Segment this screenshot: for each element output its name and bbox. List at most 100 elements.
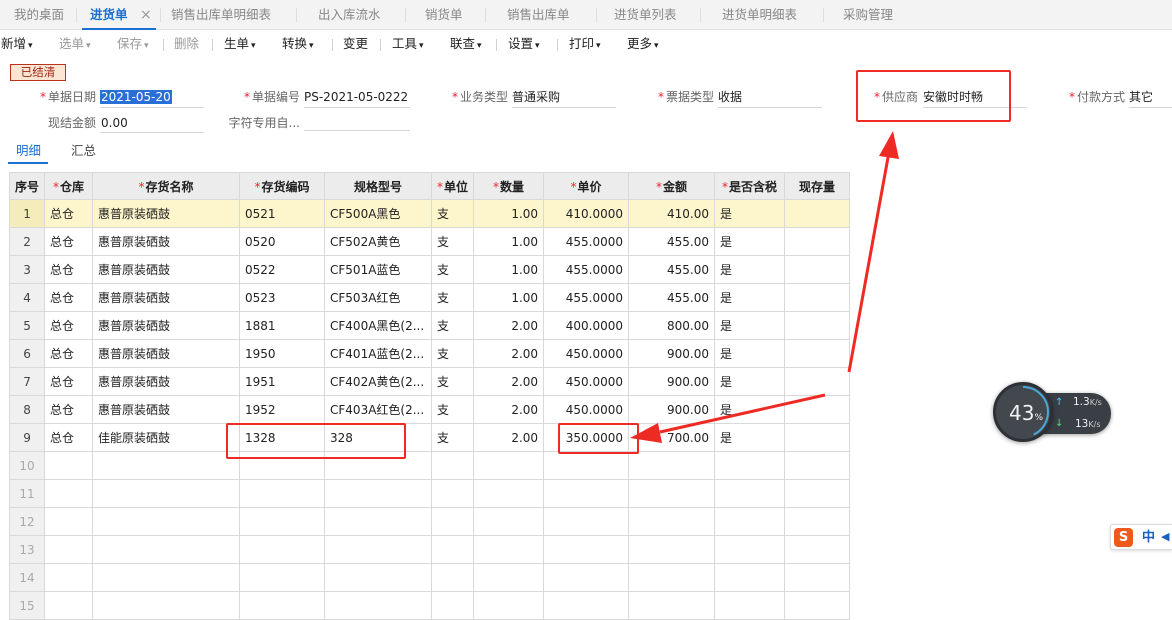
cell-warehouse[interactable]: 总仓 [44,255,94,284]
cell-quantity[interactable]: 2.00 [473,367,545,396]
invoice-type-field[interactable]: 收据 [718,88,822,106]
cell-tax-included[interactable] [714,451,786,480]
change-button[interactable]: 变更 [343,35,368,53]
cell-amount[interactable] [628,535,716,564]
cell-warehouse[interactable]: 总仓 [44,199,94,228]
cell-item-code[interactable] [239,591,326,620]
cell-item-name[interactable] [92,591,241,620]
cell-spec[interactable]: CF501A蓝色 [324,255,433,284]
cell-spec[interactable]: CF500A黑色 [324,199,433,228]
cell-amount[interactable] [628,507,716,536]
cell-warehouse[interactable]: 总仓 [44,395,94,424]
more-button[interactable]: 更多 ▾ [627,35,659,53]
cell-unit-price[interactable]: 450.0000 [543,395,630,424]
cell-amount[interactable]: 900.00 [628,395,716,424]
sogou-logo-icon[interactable]: S [1114,528,1133,547]
cell-item-code[interactable]: 1951 [239,367,326,396]
print-button[interactable]: 打印 ▾ [569,35,601,53]
cell-spec[interactable] [324,507,433,536]
cell-amount[interactable] [628,479,716,508]
cell-warehouse[interactable]: 总仓 [44,283,94,312]
cell-tax-included[interactable]: 是 [714,199,786,228]
cell-unit[interactable]: 支 [431,367,475,396]
tab-sales-outbound-detail[interactable]: 销售出库单明细表 [171,0,271,30]
convert-button[interactable]: 转换 ▾ [282,35,314,53]
cell-tax-included[interactable]: 是 [714,339,786,368]
cell-unit-price[interactable]: 410.0000 [543,199,630,228]
cell-warehouse[interactable] [44,591,94,620]
cell-stock[interactable] [784,563,851,592]
cell-quantity[interactable]: 2.00 [473,395,545,424]
cell-unit-price[interactable] [543,535,630,564]
cell-stock[interactable] [784,227,851,256]
cell-warehouse[interactable]: 总仓 [44,423,94,452]
cell-spec[interactable] [324,563,433,592]
cell-unit[interactable]: 支 [431,395,475,424]
delete-button[interactable]: 删除 [174,35,199,53]
generate-button[interactable]: 生单 ▾ [224,35,256,53]
cell-quantity[interactable] [473,535,545,564]
cell-amount[interactable]: 410.00 [628,199,716,228]
cell-quantity[interactable]: 1.00 [473,227,545,256]
cell-stock[interactable] [784,507,851,536]
cell-stock[interactable] [784,339,851,368]
column-header-tax-included[interactable]: *是否含税 [714,172,786,200]
cell-unit[interactable] [431,451,475,480]
cell-item-name[interactable]: 惠普原装硒鼓 [92,395,241,424]
cell-unit[interactable]: 支 [431,199,475,228]
tab-purchase-detail[interactable]: 进货单明细表 [722,0,797,30]
cell-unit[interactable] [431,591,475,620]
cell-warehouse[interactable]: 总仓 [44,227,94,256]
close-icon[interactable]: × [140,0,152,30]
cell-item-code[interactable]: 1952 [239,395,326,424]
cell-unit-price[interactable]: 400.0000 [543,311,630,340]
cell-warehouse[interactable] [44,535,94,564]
cell-warehouse[interactable]: 总仓 [44,311,94,340]
cell-quantity[interactable] [473,507,545,536]
cell-item-code[interactable] [239,563,326,592]
cell-tax-included[interactable]: 是 [714,367,786,396]
cell-quantity[interactable]: 2.00 [473,423,545,452]
table-row[interactable]: 4 总仓 惠普原装硒鼓 0523 CF503A红色支 1.00 455.0000 455.00… [8,283,851,312]
cell-amount[interactable]: 800.00 [628,311,716,340]
doc-date-field[interactable]: 2021-05-20 [100,88,204,106]
cell-unit[interactable] [431,507,475,536]
tab-sales-outbound[interactable]: 销售出库单 [507,0,570,30]
cell-warehouse[interactable] [44,451,94,480]
cell-item-name[interactable] [92,507,241,536]
column-header-item-code[interactable]: *存货编码 [239,172,326,200]
column-header-amount[interactable]: *金额 [628,172,716,200]
cell-stock[interactable] [784,591,851,620]
payment-field[interactable]: 其它 [1129,88,1172,106]
cell-tax-included[interactable] [714,479,786,508]
cell-item-name[interactable]: 惠普原装硒鼓 [92,283,241,312]
cell-quantity[interactable] [473,479,545,508]
cell-amount[interactable] [628,563,716,592]
cell-item-code[interactable]: 0520 [239,227,326,256]
cell-item-name[interactable] [92,535,241,564]
cell-quantity[interactable]: 2.00 [473,339,545,368]
cell-unit[interactable]: 支 [431,227,475,256]
cell-warehouse[interactable]: 总仓 [44,339,94,368]
cell-stock[interactable] [784,367,851,396]
table-row[interactable]: 15 [8,591,851,620]
cell-unit-price[interactable]: 455.0000 [543,283,630,312]
cell-tax-included[interactable]: 是 [714,283,786,312]
cell-warehouse[interactable] [44,507,94,536]
cell-item-name[interactable]: 惠普原装硒鼓 [92,367,241,396]
cell-amount[interactable]: 900.00 [628,339,716,368]
column-header-stock[interactable]: 现存量 [784,172,851,200]
cell-unit-price[interactable]: 455.0000 [543,227,630,256]
cell-item-code[interactable]: 1881 [239,311,326,340]
column-header-quantity[interactable]: *数量 [473,172,545,200]
cell-item-code[interactable]: 0522 [239,255,326,284]
select-button[interactable]: 选单 ▾ [59,35,91,53]
cell-unit[interactable]: 支 [431,311,475,340]
tab-desktop[interactable]: 我的桌面 [14,0,64,30]
tools-button[interactable]: 工具 ▾ [392,35,424,53]
table-row[interactable]: 11 [8,479,851,508]
cell-quantity[interactable]: 1.00 [473,283,545,312]
cell-stock[interactable] [784,283,851,312]
cell-unit-price[interactable]: 455.0000 [543,255,630,284]
cell-quantity[interactable]: 2.00 [473,311,545,340]
